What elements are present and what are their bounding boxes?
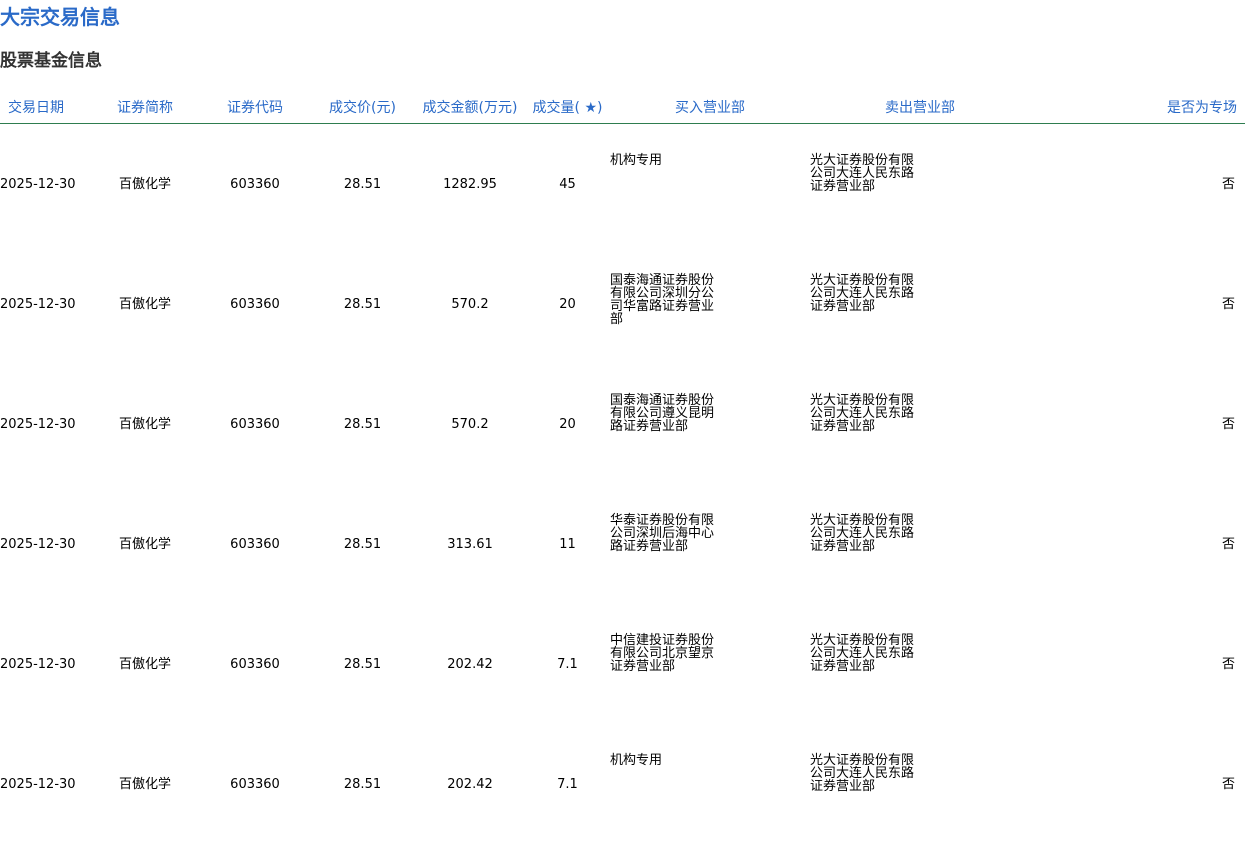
cell-trade-date: 2025-12-30 [0, 296, 76, 312]
cell-security-name: 百傲化学 [118, 656, 171, 672]
cell-seller-branch: 光大证券股份有限公司大连人民东路证券营业部 [810, 484, 1030, 604]
cell-seller-branch: 光大证券股份有限公司大连人民东路证券营业部 [810, 604, 1030, 724]
column-header-seller-branch[interactable]: 卖出营业部 [810, 90, 1030, 124]
cell-price: 28.51 [343, 656, 382, 672]
seller-branch-text: 光大证券股份有限公司大连人民东路证券营业部 [810, 273, 915, 314]
cell-security-code: 603360 [230, 536, 280, 552]
cell-security-code: 603360 [230, 416, 280, 432]
table-row: 2025-12-30 百傲化学 603360 28.51 202.42 7.1 … [0, 724, 1245, 844]
cell-trade-date: 2025-12-30 [0, 656, 76, 672]
cell-security-name: 百傲化学 [118, 176, 171, 192]
cell-buyer-branch: 机构专用 [610, 124, 810, 245]
column-header-security-name[interactable]: 证券简称 [90, 90, 200, 124]
cell-volume: 7.1 [557, 656, 578, 672]
cell-trade-date: 2025-12-30 [0, 176, 76, 192]
cell-security-name: 百傲化学 [118, 536, 171, 552]
cell-special-session: 否 [1221, 416, 1235, 432]
cell-volume: 45 [559, 176, 576, 192]
cell-buyer-branch: 中信建投证券股份有限公司北京望京证券营业部 [610, 604, 810, 724]
cell-amount: 313.61 [447, 536, 493, 552]
cell-amount: 570.2 [451, 296, 489, 312]
cell-volume: 20 [559, 296, 576, 312]
cell-price: 28.51 [343, 296, 382, 312]
cell-price: 28.51 [343, 176, 382, 192]
cell-special-session: 否 [1221, 536, 1235, 552]
cell-price: 28.51 [343, 536, 382, 552]
cell-buyer-branch: 国泰海通证券股份有限公司深圳分公司华富路证券营业部 [610, 244, 810, 364]
cell-volume: 20 [559, 416, 576, 432]
cell-security-code: 603360 [230, 296, 280, 312]
table-row: 2025-12-30 百傲化学 603360 28.51 570.2 20 国泰… [0, 244, 1245, 364]
cell-security-code: 603360 [230, 176, 280, 192]
table-row: 2025-12-30 百傲化学 603360 28.51 1282.95 45 … [0, 124, 1245, 245]
cell-special-session: 否 [1221, 296, 1235, 312]
cell-price: 28.51 [343, 776, 382, 792]
cell-amount: 202.42 [447, 776, 493, 792]
seller-branch-text: 光大证券股份有限公司大连人民东路证券营业部 [810, 153, 915, 194]
cell-seller-branch: 光大证券股份有限公司大连人民东路证券营业部 [810, 364, 1030, 484]
cell-seller-branch: 光大证券股份有限公司大连人民东路证券营业部 [810, 244, 1030, 364]
buyer-branch-text: 华泰证券股份有限公司深圳后海中心路证券营业部 [610, 513, 715, 554]
column-header-trade-date[interactable]: 交易日期 [0, 90, 90, 124]
cell-volume: 7.1 [557, 776, 578, 792]
seller-branch-text: 光大证券股份有限公司大连人民东路证券营业部 [810, 633, 915, 674]
column-header-special-session[interactable]: 是否为专场 [1030, 90, 1245, 124]
cell-special-session: 否 [1221, 656, 1235, 672]
table-header-row: 交易日期 证券简称 证券代码 成交价(元) 成交金额(万元) 成交量( ★) 买… [0, 90, 1245, 124]
seller-branch-text: 光大证券股份有限公司大连人民东路证券营业部 [810, 753, 915, 794]
seller-branch-text: 光大证券股份有限公司大连人民东路证券营业部 [810, 513, 915, 554]
cell-volume: 11 [559, 536, 576, 552]
cell-buyer-branch: 华泰证券股份有限公司深圳后海中心路证券营业部 [610, 484, 810, 604]
cell-special-session: 否 [1221, 776, 1235, 792]
column-header-price[interactable]: 成交价(元) [310, 90, 415, 124]
cell-amount: 570.2 [451, 416, 489, 432]
cell-special-session: 否 [1221, 176, 1235, 192]
cell-price: 28.51 [343, 416, 382, 432]
cell-buyer-branch: 机构专用 [610, 724, 810, 844]
buyer-branch-text: 国泰海通证券股份有限公司深圳分公司华富路证券营业部 [610, 273, 715, 327]
seller-branch-text: 光大证券股份有限公司大连人民东路证券营业部 [810, 393, 915, 434]
page-title: 大宗交易信息 [0, 5, 120, 29]
table-row: 2025-12-30 百傲化学 603360 28.51 202.42 7.1 … [0, 604, 1245, 724]
cell-buyer-branch: 国泰海通证券股份有限公司遵义昆明路证券营业部 [610, 364, 810, 484]
buyer-branch-text: 机构专用 [610, 153, 663, 168]
cell-trade-date: 2025-12-30 [0, 776, 76, 792]
cell-trade-date: 2025-12-30 [0, 416, 76, 432]
table-row: 2025-12-30 百傲化学 603360 28.51 570.2 20 国泰… [0, 364, 1245, 484]
cell-trade-date: 2025-12-30 [0, 536, 76, 552]
column-header-amount[interactable]: 成交金额(万元) [415, 90, 525, 124]
column-header-buyer-branch[interactable]: 买入营业部 [610, 90, 810, 124]
buyer-branch-text: 中信建投证券股份有限公司北京望京证券营业部 [610, 633, 715, 674]
cell-amount: 202.42 [447, 656, 493, 672]
cell-seller-branch: 光大证券股份有限公司大连人民东路证券营业部 [810, 124, 1030, 245]
buyer-branch-text: 机构专用 [610, 753, 663, 768]
block-trade-table: 交易日期 证券简称 证券代码 成交价(元) 成交金额(万元) 成交量( ★) 买… [0, 90, 1245, 844]
cell-security-code: 603360 [230, 656, 280, 672]
cell-seller-branch: 光大证券股份有限公司大连人民东路证券营业部 [810, 724, 1030, 844]
table-row: 2025-12-30 百傲化学 603360 28.51 313.61 11 华… [0, 484, 1245, 604]
cell-security-name: 百傲化学 [118, 416, 171, 432]
column-header-volume[interactable]: 成交量( ★) [525, 90, 610, 124]
buyer-branch-text: 国泰海通证券股份有限公司遵义昆明路证券营业部 [610, 393, 715, 434]
column-header-security-code[interactable]: 证券代码 [200, 90, 310, 124]
section-title: 股票基金信息 [0, 51, 102, 71]
cell-security-code: 603360 [230, 776, 280, 792]
cell-security-name: 百傲化学 [118, 776, 171, 792]
cell-amount: 1282.95 [443, 176, 497, 192]
cell-security-name: 百傲化学 [118, 296, 171, 312]
